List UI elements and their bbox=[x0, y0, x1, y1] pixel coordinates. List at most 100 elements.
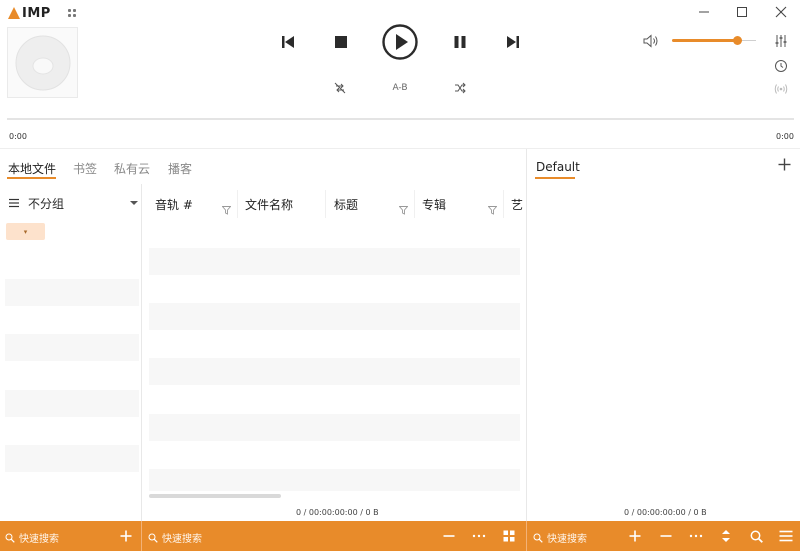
play-icon bbox=[382, 24, 418, 60]
plus-icon bbox=[778, 158, 790, 170]
column-track-number[interactable]: 音轨 # bbox=[155, 196, 193, 213]
playlist-search-field[interactable]: 快速搜索 bbox=[533, 530, 587, 545]
groups-search-field[interactable]: 快速搜索 bbox=[5, 530, 59, 545]
search-icon bbox=[5, 533, 15, 543]
minus-icon bbox=[443, 535, 455, 537]
maximize-icon bbox=[737, 7, 747, 17]
column-separator[interactable] bbox=[237, 190, 238, 218]
toolbar-divider bbox=[141, 521, 142, 551]
view-mode-button[interactable] bbox=[500, 527, 518, 545]
disc-icon bbox=[15, 35, 70, 90]
play-button[interactable] bbox=[381, 23, 419, 61]
table-row bbox=[149, 358, 520, 385]
maximize-button[interactable] bbox=[728, 2, 756, 22]
playlist-more-button[interactable] bbox=[687, 527, 705, 545]
volume-slider-knob[interactable] bbox=[733, 36, 742, 45]
stop-button[interactable] bbox=[330, 31, 352, 53]
filter-icon[interactable] bbox=[398, 200, 409, 219]
equalizer-icon bbox=[775, 35, 787, 47]
groups-divider bbox=[141, 184, 142, 521]
search-placeholder: 快速搜索 bbox=[162, 534, 202, 545]
column-separator[interactable] bbox=[325, 190, 326, 218]
find-in-playlist-button[interactable] bbox=[747, 527, 765, 545]
drag-grip-icon[interactable] bbox=[68, 9, 76, 17]
group-row bbox=[5, 334, 139, 361]
panel-divider bbox=[0, 148, 800, 149]
filter-icon[interactable] bbox=[221, 200, 232, 219]
plus-icon bbox=[629, 530, 641, 542]
chevron-down-icon bbox=[130, 201, 138, 205]
magnifier-icon bbox=[750, 530, 763, 543]
tab-private-cloud[interactable]: 私有云 bbox=[114, 160, 150, 177]
add-tracks-button[interactable] bbox=[626, 527, 644, 545]
plus-icon bbox=[120, 530, 132, 542]
previous-button[interactable] bbox=[277, 31, 299, 53]
seek-bar[interactable] bbox=[7, 118, 794, 120]
time-total: 0:00 bbox=[776, 132, 794, 141]
sleep-timer-button[interactable] bbox=[773, 58, 789, 74]
tab-podcasts[interactable]: 播客 bbox=[168, 160, 192, 177]
table-row bbox=[149, 469, 520, 491]
playlist-tab-indicator bbox=[535, 177, 575, 179]
remove-files-button[interactable] bbox=[440, 527, 458, 545]
close-icon bbox=[775, 6, 787, 18]
filter-icon[interactable] bbox=[487, 200, 498, 219]
shuffle-icon bbox=[455, 82, 466, 94]
column-separator[interactable] bbox=[414, 190, 415, 218]
horizontal-scrollbar[interactable] bbox=[149, 494, 281, 498]
pause-icon bbox=[454, 36, 466, 48]
table-row bbox=[149, 248, 520, 275]
tab-local-files[interactable]: 本地文件 bbox=[8, 160, 56, 177]
active-tab-indicator bbox=[7, 177, 56, 179]
library-more-button[interactable] bbox=[470, 527, 488, 545]
group-filter-tag[interactable]: ▾ bbox=[6, 223, 45, 240]
column-artist[interactable]: 艺 bbox=[511, 196, 523, 213]
equalizer-button[interactable] bbox=[773, 33, 789, 49]
remove-tracks-button[interactable] bbox=[657, 527, 675, 545]
minimize-button[interactable] bbox=[690, 2, 718, 22]
album-cover[interactable] bbox=[7, 27, 78, 98]
playlist-divider bbox=[526, 149, 527, 521]
clock-icon bbox=[775, 60, 787, 72]
pause-button[interactable] bbox=[449, 31, 471, 53]
more-dots-icon bbox=[689, 534, 703, 538]
volume-button[interactable] bbox=[642, 32, 660, 50]
speaker-icon bbox=[643, 34, 658, 48]
main-menu-button[interactable] bbox=[777, 527, 795, 545]
radio-record-button[interactable] bbox=[773, 81, 789, 97]
next-icon bbox=[507, 36, 519, 48]
library-search-field[interactable]: 快速搜索 bbox=[148, 530, 202, 545]
group-row bbox=[5, 279, 139, 306]
column-title[interactable]: 标题 bbox=[334, 196, 358, 213]
grouping-label: 不分组 bbox=[28, 196, 65, 211]
shuffle-button[interactable] bbox=[452, 80, 468, 96]
close-button[interactable] bbox=[767, 2, 795, 22]
broadcast-icon bbox=[774, 84, 788, 94]
add-group-button[interactable] bbox=[117, 527, 135, 545]
column-album[interactable]: 专辑 bbox=[422, 196, 446, 213]
sort-button[interactable] bbox=[717, 527, 735, 545]
hamburger-icon bbox=[9, 198, 19, 208]
search-icon bbox=[148, 533, 158, 543]
grouping-selector[interactable]: 不分组 bbox=[8, 195, 138, 211]
ab-repeat-button[interactable]: A-B bbox=[388, 80, 412, 96]
add-playlist-button[interactable] bbox=[776, 156, 792, 172]
playlist-tab-default[interactable]: Default bbox=[536, 160, 580, 174]
column-file-name[interactable]: 文件名称 bbox=[245, 196, 293, 213]
search-icon bbox=[533, 533, 543, 543]
table-row bbox=[149, 303, 520, 330]
tab-bookmarks[interactable]: 书签 bbox=[73, 160, 97, 177]
search-placeholder: 快速搜索 bbox=[19, 534, 59, 545]
repeat-off-icon bbox=[334, 82, 346, 94]
grid-view-icon bbox=[503, 530, 515, 542]
logo-triangle-icon bbox=[8, 7, 20, 19]
repeat-off-button[interactable] bbox=[332, 80, 348, 96]
volume-slider-fill[interactable] bbox=[672, 39, 739, 42]
sort-icon bbox=[722, 530, 730, 542]
playlist-stats: 0 / 00:00:00:00 / 0 B bbox=[624, 508, 707, 517]
minimize-icon bbox=[699, 11, 709, 13]
previous-icon bbox=[282, 36, 294, 48]
next-button[interactable] bbox=[502, 31, 524, 53]
minus-icon bbox=[660, 535, 672, 537]
column-separator[interactable] bbox=[503, 190, 504, 218]
